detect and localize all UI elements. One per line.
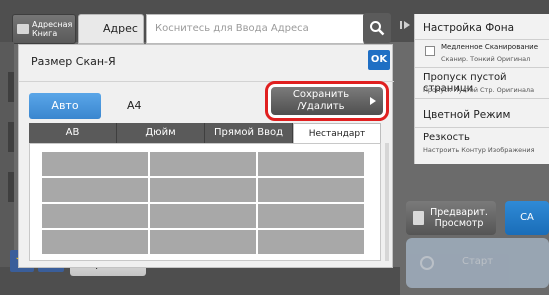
- clear-all-button[interactable]: CA: [505, 201, 549, 235]
- custom-size-grid-area: [29, 143, 381, 261]
- save-delete-button[interactable]: Сохранить /Удалить: [271, 87, 383, 115]
- custom-size-slot[interactable]: [150, 230, 256, 254]
- custom-size-slot[interactable]: [258, 178, 364, 202]
- preview-label-line2: Просмотр: [434, 218, 484, 229]
- sharpness-item[interactable]: Резкость: [423, 132, 470, 143]
- arrow-right-icon: [370, 97, 376, 105]
- tab-direct-input[interactable]: Прямой Ввод: [205, 123, 293, 143]
- divider: [415, 67, 549, 68]
- blank-page-skip-sub: Пропуск Пустой Стр. Оригинала: [423, 86, 535, 94]
- color-mode-item[interactable]: Цветной Режим: [423, 109, 510, 121]
- address-tab[interactable]: Адрес: [78, 14, 144, 44]
- panel-expand-icon[interactable]: [398, 18, 412, 32]
- custom-size-slot[interactable]: [150, 178, 256, 202]
- start-button[interactable]: Старт: [406, 238, 549, 288]
- strip-segment: [8, 122, 14, 152]
- address-book-icon: [17, 24, 29, 34]
- scrollbar[interactable]: [385, 143, 389, 261]
- sharpness-sub: Настроить Контур Изображения: [423, 146, 535, 154]
- size-value: A4: [127, 99, 142, 112]
- background-setting-item[interactable]: Настройка Фона: [423, 22, 514, 34]
- auto-button[interactable]: Авто: [29, 93, 101, 119]
- start-icon: [420, 256, 434, 270]
- custom-size-slot[interactable]: [42, 152, 148, 176]
- divider: [415, 39, 549, 40]
- size-tabs: AB Дюйм Прямой Ввод Нестандарт Формат: [29, 123, 381, 159]
- save-delete-label-line2: /Удалить: [297, 101, 345, 112]
- tab-inch[interactable]: Дюйм: [117, 123, 205, 143]
- slow-scan-checkbox[interactable]: [425, 46, 435, 56]
- address-book-label: Адресная Книга: [32, 20, 73, 38]
- custom-size-slot[interactable]: [42, 178, 148, 202]
- preview-button[interactable]: Предварит. Просмотр: [406, 201, 496, 235]
- custom-size-slot[interactable]: [258, 152, 364, 176]
- slow-scan-title: Медленное Сканирование: [441, 43, 539, 51]
- search-button[interactable]: [363, 13, 391, 43]
- custom-size-slot[interactable]: [258, 230, 364, 254]
- custom-size-slot[interactable]: [150, 204, 256, 228]
- settings-panel: Настройка Фона Медленное Сканирование Ск…: [414, 14, 549, 164]
- slow-scan-sub: Сканир. Тонкий Оригинал: [441, 55, 531, 63]
- custom-size-slot[interactable]: [42, 204, 148, 228]
- scan-size-dialog: Размер Скан-Я OK Авто A4 Сохранить /Удал…: [18, 44, 394, 268]
- divider: [415, 127, 549, 128]
- save-delete-highlight: Сохранить /Удалить: [265, 81, 389, 121]
- custom-size-slot[interactable]: [42, 230, 148, 254]
- left-strip: [0, 42, 14, 267]
- strip-segment: [8, 72, 14, 102]
- preview-label-line1: Предварит.: [430, 207, 488, 218]
- strip-segment: [8, 172, 14, 202]
- custom-size-slot[interactable]: [150, 152, 256, 176]
- search-icon: [370, 21, 385, 36]
- custom-size-slot[interactable]: [258, 204, 364, 228]
- divider: [415, 98, 549, 99]
- address-input[interactable]: Коснитесь для Ввода Адреса: [146, 14, 364, 44]
- address-book-button[interactable]: Адресная Книга: [12, 14, 76, 44]
- tab-ab[interactable]: AB: [29, 123, 117, 143]
- preview-icon: [413, 211, 424, 225]
- dialog-title: Размер Скан-Я: [31, 55, 116, 68]
- start-label: Старт: [462, 256, 494, 267]
- save-delete-label-line1: Сохранить: [292, 89, 350, 100]
- ok-button[interactable]: OK: [368, 50, 390, 70]
- tab-custom-size[interactable]: Нестандарт Формат: [293, 123, 381, 159]
- custom-size-grid: [42, 152, 364, 254]
